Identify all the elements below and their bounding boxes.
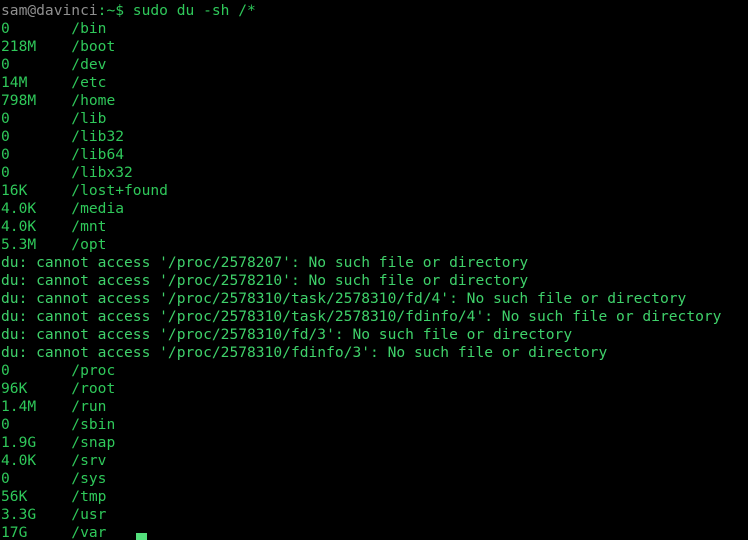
- du-entry-path: /home: [71, 92, 116, 109]
- du-entry-path: /var: [71, 524, 107, 540]
- du-entry-path: /root: [71, 380, 116, 397]
- du-entry-row: 0 /lib64: [1, 146, 748, 164]
- du-entry-row: 0 /sbin: [1, 416, 748, 434]
- du-entry-size: 0: [1, 362, 72, 379]
- du-entry-row: 0 /dev: [1, 56, 748, 74]
- du-error-line: du: cannot access '/proc/2578207': No su…: [1, 254, 529, 271]
- du-entry-size: 4.0K: [1, 200, 72, 217]
- du-error-line: du: cannot access '/proc/2578310/fd/3': …: [1, 326, 573, 343]
- du-entry-path: /lib: [71, 110, 107, 127]
- du-output-list-top: 0 /bin 218M /boot 0 /dev 14M /etc 798M /home…: [1, 20, 748, 254]
- du-entry-size: 17G: [1, 524, 72, 540]
- du-entry-path: /opt: [71, 236, 107, 253]
- du-entry-size: 0: [1, 110, 72, 127]
- du-entry-size: 0: [1, 20, 72, 37]
- du-entry-size: 0: [1, 164, 72, 181]
- prompt-line: sam@davinci:~$ sudo du -sh /*: [1, 2, 748, 20]
- du-error-line: du: cannot access '/proc/2578310/fdinfo/…: [1, 344, 608, 361]
- du-entry-path: /usr: [71, 506, 107, 523]
- du-entry-path: /libx32: [71, 164, 133, 181]
- du-output-list-bottom: 0 /proc 96K /root 1.4M /run 0 /sbin 1.9G /sn…: [1, 362, 748, 540]
- du-entry-row: 0 /proc: [1, 362, 748, 380]
- du-error-line: du: cannot access '/proc/2578310/task/25…: [1, 290, 687, 307]
- du-entry-size: 798M: [1, 92, 72, 109]
- du-entry-path: /lib64: [71, 146, 125, 163]
- du-entry-size: 0: [1, 128, 72, 145]
- du-error-line: du: cannot access '/proc/2578310/task/25…: [1, 308, 722, 325]
- du-entry-row: 218M /boot: [1, 38, 748, 56]
- du-entry-row: 0 /lib: [1, 110, 748, 128]
- prompt-symbol: :~$: [97, 2, 125, 19]
- du-entry-path: /sys: [71, 470, 107, 487]
- du-entry-row: 14M /etc: [1, 74, 748, 92]
- du-entry-path: /media: [71, 200, 125, 217]
- terminal-screen: sam@davinci:~$ sudo du -sh /* 0 /bin 218M…: [0, 0, 748, 540]
- du-entry-path: /bin: [71, 20, 107, 37]
- du-error-list: du: cannot access '/proc/2578207': No su…: [1, 254, 748, 362]
- du-entry-row: 4.0K /mnt: [1, 218, 748, 236]
- du-entry-size: 218M: [1, 38, 72, 55]
- du-entry-row: 5.3M /opt: [1, 236, 748, 254]
- du-entry-size: 3.3G: [1, 506, 72, 523]
- du-entry-path: /srv: [71, 452, 107, 469]
- du-entry-size: 4.0K: [1, 218, 72, 235]
- du-entry-row: 4.0K /media: [1, 200, 748, 218]
- du-entry-row: 1.4M /run: [1, 398, 748, 416]
- du-entry-size: 0: [1, 416, 72, 433]
- prompt-host: sam@davinci: [1, 2, 98, 19]
- command-text: sudo du -sh /*: [124, 2, 256, 19]
- du-entry-path: /tmp: [71, 488, 107, 505]
- du-entry-row: 798M /home: [1, 92, 748, 110]
- text-cursor: [136, 533, 147, 540]
- du-entry-path: /lost+found: [71, 182, 168, 199]
- du-entry-path: /proc: [71, 362, 116, 379]
- du-entry-size: 1.4M: [1, 398, 72, 415]
- du-entry-row: 0 /lib32: [1, 128, 748, 146]
- du-entry-row: 3.3G /usr: [1, 506, 748, 524]
- du-entry-size: 56K: [1, 488, 72, 505]
- du-entry-size: 4.0K: [1, 452, 72, 469]
- du-entry-path: /lib32: [71, 128, 125, 145]
- du-entry-row: 1.9G /snap: [1, 434, 748, 452]
- du-entry-size: 1.9G: [1, 434, 72, 451]
- du-entry-row: 16K /lost+found: [1, 182, 748, 200]
- du-entry-row: 0 /libx32: [1, 164, 748, 182]
- du-entry-size: 16K: [1, 182, 72, 199]
- du-entry-path: /run: [71, 398, 107, 415]
- du-entry-path: /etc: [71, 74, 107, 91]
- du-entry-path: /boot: [71, 38, 116, 55]
- du-entry-size: 0: [1, 56, 72, 73]
- du-entry-size: 0: [1, 146, 72, 163]
- du-entry-row: 56K /tmp: [1, 488, 748, 506]
- du-entry-path: /mnt: [71, 218, 107, 235]
- du-entry-path: /sbin: [71, 416, 116, 433]
- du-entry-size: 0: [1, 470, 72, 487]
- du-entry-row: 96K /root: [1, 380, 748, 398]
- terminal-window[interactable]: sam@davinci:~$ sudo du -sh /* 0 /bin 218M…: [0, 0, 748, 540]
- du-entry-path: /snap: [71, 434, 116, 451]
- du-entry-row: 4.0K /srv: [1, 452, 748, 470]
- du-entry-size: 96K: [1, 380, 72, 397]
- du-entry-row: 0 /sys: [1, 470, 748, 488]
- du-entry-path: /dev: [71, 56, 107, 73]
- du-entry-row: 17G /var: [1, 524, 748, 540]
- du-error-line: du: cannot access '/proc/2578210': No su…: [1, 272, 529, 289]
- du-entry-size: 14M: [1, 74, 72, 91]
- du-entry-row: 0 /bin: [1, 20, 748, 38]
- du-entry-size: 5.3M: [1, 236, 72, 253]
